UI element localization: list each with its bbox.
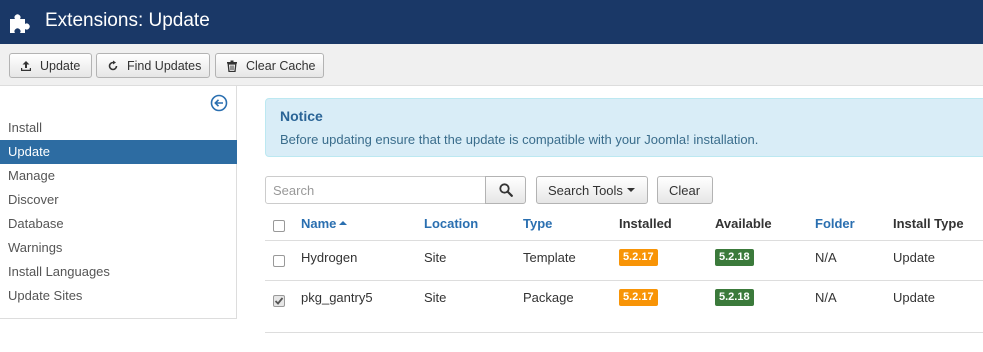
row-type: Package bbox=[523, 290, 574, 305]
row-location: Site bbox=[424, 250, 447, 265]
row-folder: N/A bbox=[815, 250, 837, 265]
puzzle-icon bbox=[10, 14, 30, 33]
sidebar-item-database[interactable]: Database bbox=[0, 212, 237, 236]
sort-asc-icon bbox=[339, 221, 348, 225]
available-version-badge: 5.2.18 bbox=[715, 289, 754, 306]
search-tools-label: Search Tools bbox=[548, 182, 623, 198]
sidebar-item-install-languages[interactable]: Install Languages bbox=[0, 260, 237, 284]
clear-cache-button-label: Clear Cache bbox=[246, 58, 316, 73]
installed-version-badge: 5.2.17 bbox=[619, 289, 658, 306]
row-location: Site bbox=[424, 290, 447, 305]
refresh-icon bbox=[108, 60, 118, 70]
find-updates-button-label: Find Updates bbox=[127, 58, 202, 73]
search-button[interactable] bbox=[485, 176, 526, 204]
notice-message: Before updating ensure that the update i… bbox=[280, 132, 759, 147]
table-divider bbox=[265, 280, 983, 281]
notice-title: Notice bbox=[280, 108, 323, 124]
find-updates-button[interactable]: Find Updates bbox=[96, 53, 210, 78]
column-header-available: Available bbox=[715, 216, 772, 231]
search-tools-button[interactable]: Search Tools bbox=[536, 176, 648, 204]
search-input[interactable] bbox=[265, 176, 486, 204]
row-name: pkg_gantry5 bbox=[301, 290, 373, 305]
column-header-type[interactable]: Type bbox=[523, 216, 552, 232]
collapse-sidebar-icon[interactable] bbox=[210, 94, 228, 112]
sidebar-item-update[interactable]: Update bbox=[0, 140, 237, 164]
update-button-label: Update bbox=[40, 58, 81, 73]
column-header-install-type: Install Type bbox=[893, 216, 964, 231]
clear-filters-button[interactable]: Clear bbox=[657, 176, 713, 204]
column-header-name[interactable]: Name bbox=[301, 216, 348, 232]
installed-version-badge: 5.2.17 bbox=[619, 249, 658, 266]
table-divider bbox=[265, 240, 983, 241]
checkmark-icon bbox=[274, 297, 284, 305]
search-icon bbox=[498, 183, 513, 197]
row-name: Hydrogen bbox=[301, 250, 358, 265]
caret-down-icon bbox=[626, 188, 635, 192]
page-header: Extensions: Update bbox=[0, 0, 983, 44]
toolbar: Update Find Updates Clear Cache bbox=[0, 44, 983, 86]
table-divider bbox=[265, 332, 983, 333]
upload-icon bbox=[21, 60, 31, 71]
row-checkbox-checked[interactable] bbox=[273, 295, 285, 307]
sidebar-item-manage[interactable]: Manage bbox=[0, 164, 237, 188]
sidebar: Install Update Manage Discover Database … bbox=[0, 86, 237, 319]
select-all-checkbox[interactable] bbox=[273, 220, 285, 232]
row-install-type: Update bbox=[893, 250, 935, 265]
update-button[interactable]: Update bbox=[9, 53, 92, 78]
clear-filters-label: Clear bbox=[669, 182, 701, 198]
sidebar-item-update-sites[interactable]: Update Sites bbox=[0, 284, 237, 308]
sidebar-item-install[interactable]: Install bbox=[0, 116, 237, 140]
trash-icon bbox=[227, 60, 237, 72]
column-header-folder[interactable]: Folder bbox=[815, 216, 855, 232]
notice-alert: Notice Before updating ensure that the u… bbox=[265, 98, 983, 157]
clear-cache-button[interactable]: Clear Cache bbox=[215, 53, 324, 78]
available-version-badge: 5.2.18 bbox=[715, 249, 754, 266]
row-install-type: Update bbox=[893, 290, 935, 305]
sidebar-item-warnings[interactable]: Warnings bbox=[0, 236, 237, 260]
row-folder: N/A bbox=[815, 290, 837, 305]
sidebar-item-discover[interactable]: Discover bbox=[0, 188, 237, 212]
column-header-location[interactable]: Location bbox=[424, 216, 478, 232]
column-header-name-label: Name bbox=[301, 216, 337, 231]
row-checkbox[interactable] bbox=[273, 255, 285, 267]
column-header-installed: Installed bbox=[619, 216, 672, 231]
row-type: Template bbox=[523, 250, 576, 265]
page-title: Extensions: Update bbox=[45, 10, 210, 31]
